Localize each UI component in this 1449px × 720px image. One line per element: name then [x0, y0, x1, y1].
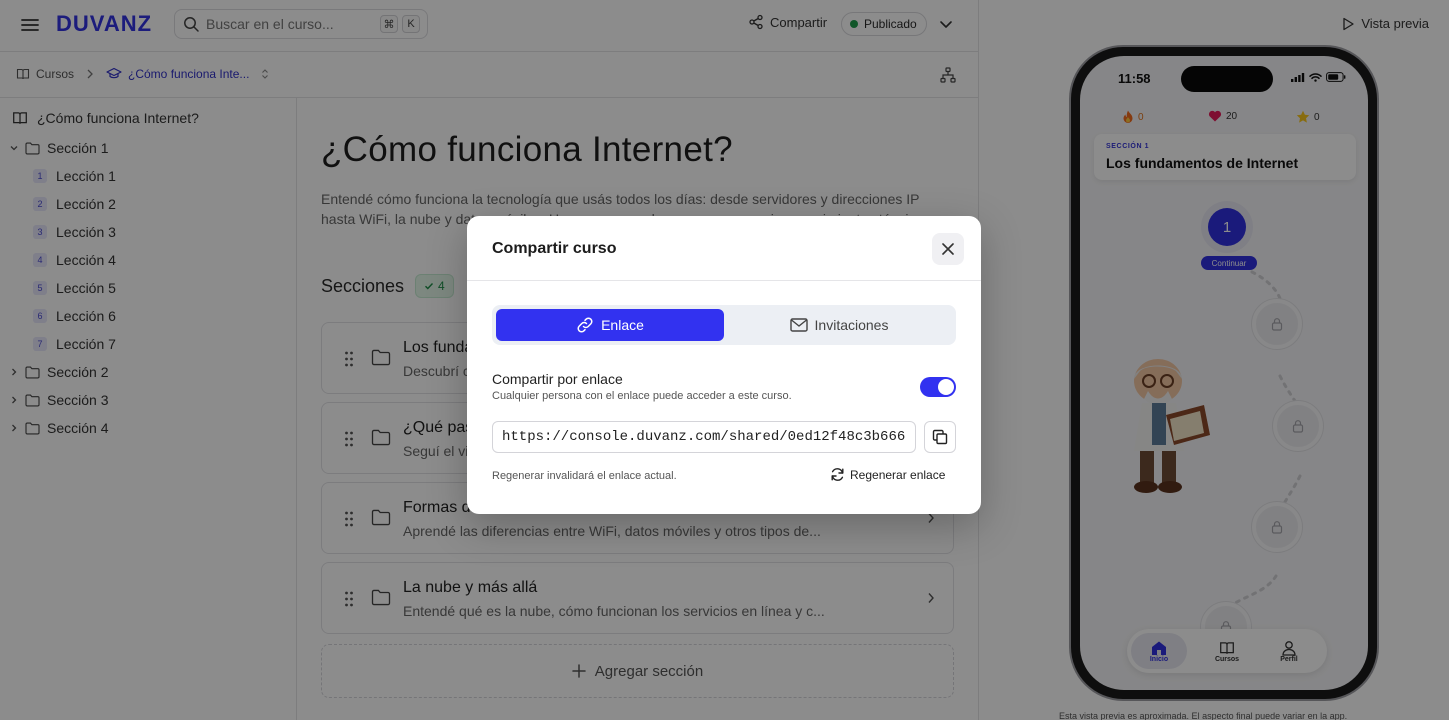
link-icon: [576, 316, 594, 334]
tab-label: Invitaciones: [814, 317, 889, 333]
share-link-toggle[interactable]: [920, 377, 956, 397]
refresh-icon: [830, 467, 845, 482]
regenerate-note: Regenerar invalidará el enlace actual.: [492, 470, 677, 482]
tab-label: Enlace: [601, 317, 644, 333]
dialog-divider: [467, 280, 981, 281]
share-tabs: Enlace Invitaciones: [492, 305, 956, 345]
regenerate-link-button[interactable]: Regenerar enlace: [830, 467, 945, 482]
copy-link-button[interactable]: [924, 421, 956, 453]
tab-enlace[interactable]: Enlace: [496, 309, 724, 341]
toggle-knob: [938, 379, 954, 395]
share-link-subtitle: Cualquier persona con el enlace puede ac…: [492, 390, 792, 402]
dialog-title: Compartir curso: [492, 240, 617, 257]
tab-invitaciones[interactable]: Invitaciones: [726, 309, 952, 341]
mail-icon: [789, 318, 808, 332]
share-link-field[interactable]: [492, 421, 916, 453]
share-course-dialog: Compartir curso Enlace Invitaciones Comp…: [467, 216, 981, 514]
close-icon: [941, 242, 955, 256]
close-button[interactable]: [932, 233, 964, 265]
regenerate-label: Regenerar enlace: [850, 467, 946, 482]
copy-icon: [932, 429, 948, 445]
share-link-title: Compartir por enlace: [492, 371, 623, 387]
